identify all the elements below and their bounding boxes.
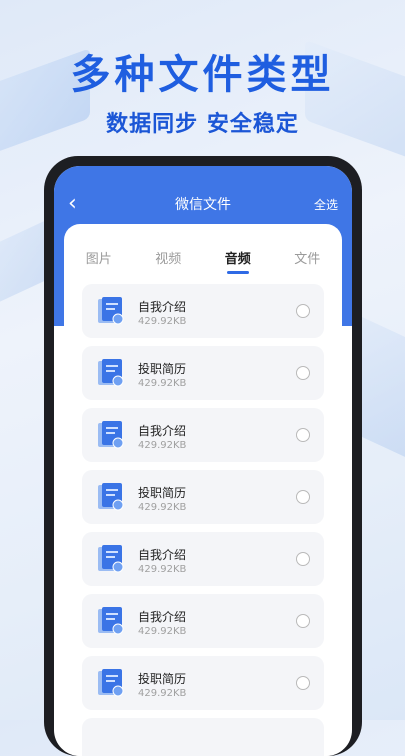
list-item[interactable]: 投职简历 429.92KB: [82, 346, 324, 400]
promo-subline: 数据同步 安全稳定: [106, 112, 299, 137]
phone-screen: ‹ 微信文件 全选 图片 视频 音频 文件 自我介绍 429.92KB 投职简历…: [54, 166, 352, 756]
file-name: 自我介绍: [138, 300, 187, 314]
file-size: 429.92KB: [138, 378, 187, 389]
file-name: 自我介绍: [138, 610, 187, 624]
list-item[interactable]: 投职简历 429.92KB: [82, 656, 324, 710]
content-panel: 图片 视频 音频 文件 自我介绍 429.92KB 投职简历 429.92KB …: [64, 224, 342, 756]
promo-headline: 多种文件类型: [70, 52, 335, 98]
select-radio[interactable]: [296, 304, 310, 318]
select-radio[interactable]: [296, 676, 310, 690]
document-icon: [98, 607, 124, 635]
list-item[interactable]: 自我介绍 429.92KB: [82, 594, 324, 648]
file-size: 429.92KB: [138, 502, 187, 513]
page-title: 微信文件: [175, 197, 231, 213]
select-radio[interactable]: [296, 490, 310, 504]
list-item[interactable]: 自我介绍 429.92KB: [82, 408, 324, 462]
phone-frame: ‹ 微信文件 全选 图片 视频 音频 文件 自我介绍 429.92KB 投职简历…: [44, 156, 362, 756]
list-item[interactable]: 自我介绍 429.92KB: [82, 284, 324, 338]
file-size: 429.92KB: [138, 440, 187, 451]
document-icon: [98, 359, 124, 387]
document-icon: [98, 297, 124, 325]
document-icon: [98, 421, 124, 449]
list-item[interactable]: 自我介绍 429.92KB: [82, 532, 324, 586]
select-radio[interactable]: [296, 428, 310, 442]
list-item[interactable]: 投职简历 429.92KB: [82, 470, 324, 524]
file-size: 429.92KB: [138, 316, 187, 327]
file-size: 429.92KB: [138, 564, 187, 575]
file-name: 投职简历: [138, 486, 187, 500]
file-size: 429.92KB: [138, 626, 187, 637]
file-name: 自我介绍: [138, 424, 187, 438]
select-radio[interactable]: [296, 366, 310, 380]
file-list: 自我介绍 429.92KB 投职简历 429.92KB 自我介绍 429.92K…: [82, 284, 324, 756]
file-name: 投职简历: [138, 362, 187, 376]
tab-videos[interactable]: 视频: [155, 238, 181, 272]
document-icon: [98, 483, 124, 511]
tab-audio[interactable]: 音频: [225, 238, 251, 274]
select-all-button[interactable]: 全选: [314, 196, 338, 213]
list-item[interactable]: [82, 718, 324, 756]
document-icon: [98, 669, 124, 697]
select-radio[interactable]: [296, 552, 310, 566]
file-type-tabs: 图片 视频 音频 文件: [64, 238, 342, 274]
file-name: 投职简历: [138, 672, 187, 686]
tab-files[interactable]: 文件: [294, 238, 320, 272]
file-size: 429.92KB: [138, 688, 187, 699]
file-name: 自我介绍: [138, 548, 187, 562]
select-radio[interactable]: [296, 614, 310, 628]
tab-images[interactable]: 图片: [86, 238, 112, 272]
document-icon: [98, 545, 124, 573]
